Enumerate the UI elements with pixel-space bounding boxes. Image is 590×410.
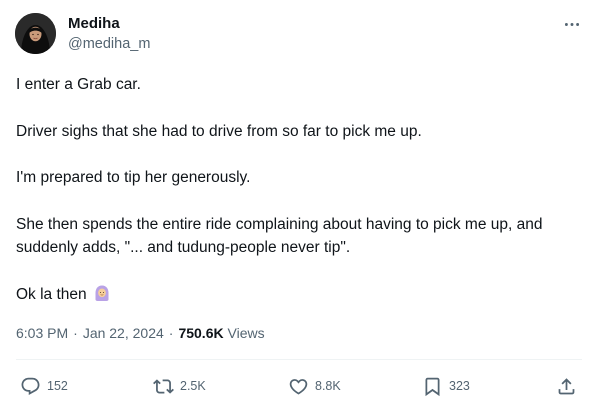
- tweet-meta: 6:03 PM · Jan 22, 2024 · 750.6K Views: [16, 325, 265, 341]
- reply-count: 152: [47, 379, 68, 393]
- repost-button[interactable]: 2.5K: [153, 371, 206, 401]
- bookmark-button[interactable]: 323: [422, 371, 470, 401]
- divider: [16, 359, 582, 360]
- tweet-time[interactable]: 6:03 PM: [16, 325, 68, 341]
- heart-icon: [289, 378, 308, 395]
- share-button[interactable]: [556, 371, 577, 401]
- reply-icon: [21, 377, 40, 395]
- tweet-date[interactable]: Jan 22, 2024: [83, 325, 164, 341]
- share-icon: [558, 377, 575, 394]
- author-name[interactable]: Mediha: [68, 15, 120, 32]
- meta-separator: ·: [168, 325, 174, 341]
- tweet-paragraph-last: Ok la then: [16, 283, 581, 307]
- more-icon: [564, 22, 580, 26]
- tweet-paragraph-text: Ok la then: [16, 285, 87, 303]
- repost-icon: [153, 378, 174, 394]
- action-bar: 152 2.5K 8.8K 323: [16, 371, 582, 401]
- like-button[interactable]: 8.8K: [288, 371, 341, 401]
- bookmark-count: 323: [449, 379, 470, 393]
- tweet-paragraph: She then spends the entire ride complain…: [16, 215, 543, 257]
- tweet-paragraph: I enter a Grab car.: [16, 76, 141, 93]
- tweet-text: I enter a Grab car. Driver sighs that sh…: [16, 73, 581, 306]
- repost-count: 2.5K: [180, 379, 206, 393]
- more-options-button[interactable]: [558, 14, 586, 34]
- avatar[interactable]: [15, 13, 56, 54]
- tweet-paragraph: I'm prepared to tip her generously.: [16, 169, 251, 186]
- meta-separator: ·: [73, 325, 78, 341]
- bookmark-icon: [425, 377, 440, 396]
- tweet-paragraph: Driver sighs that she had to drive from …: [16, 122, 422, 140]
- like-count: 8.8K: [315, 379, 341, 393]
- author-handle[interactable]: @mediha_m: [68, 36, 150, 52]
- views-count[interactable]: 750.6K: [178, 325, 223, 341]
- views-label: Views: [227, 325, 265, 341]
- woman-with-headscarf-icon: [93, 284, 111, 302]
- reply-button[interactable]: 152: [20, 371, 68, 401]
- tweet-card: Mediha @mediha_m I enter a Grab car. Dri…: [0, 0, 590, 410]
